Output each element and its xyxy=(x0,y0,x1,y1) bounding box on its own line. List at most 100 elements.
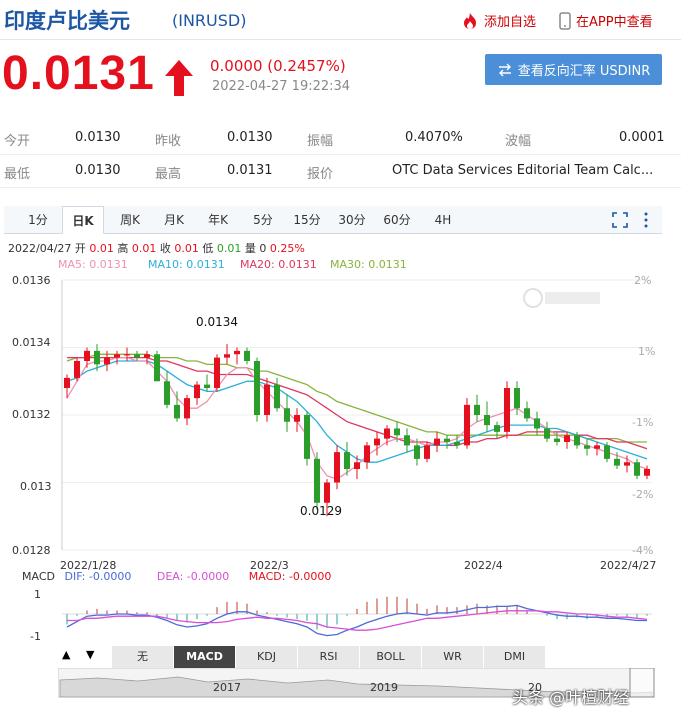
candle-body xyxy=(644,469,650,476)
candle-body xyxy=(364,445,370,463)
low-label: 最低 xyxy=(4,167,31,182)
indicator-tab-macd[interactable]: MACD xyxy=(174,646,236,668)
tab-weekly-k[interactable]: 周K xyxy=(112,206,148,234)
amplitude-label: 振幅 xyxy=(307,134,334,149)
indicator-tab-boll[interactable]: BOLL xyxy=(360,646,422,668)
tab-yearly-k[interactable]: 年K xyxy=(200,206,236,234)
tab-15min[interactable]: 15分 xyxy=(290,206,324,234)
header-bar: 印度卢比美元 (INRUSD) 添加自选 在APP中查看 xyxy=(0,0,681,40)
candle-body xyxy=(294,415,300,422)
pct-tick: -1% xyxy=(632,416,653,429)
price-change: 0.0000 (0.2457%) xyxy=(210,57,346,75)
macd-chart[interactable]: 1 -1 xyxy=(0,586,681,642)
low-value: 0.0130 xyxy=(75,163,121,178)
macd-dea: DEA: -0.0000 xyxy=(156,570,230,583)
range-selector-handle[interactable] xyxy=(629,668,655,698)
volatility-value: 0.0001 xyxy=(619,130,665,145)
kline-chart[interactable]: 0.0136 0.0134 0.0132 0.013 0.0128 2% 1% … xyxy=(0,272,681,572)
kline-date: 2022/04/27 xyxy=(8,242,72,255)
candle-body xyxy=(104,357,110,365)
candle-body xyxy=(274,384,280,409)
kline-pct: 0.25% xyxy=(269,242,305,255)
scroll-up-icon[interactable]: ▲ xyxy=(62,648,70,661)
kline-vol-value: 0 xyxy=(259,242,267,255)
add-favorite-button[interactable]: 添加自选 xyxy=(460,11,536,30)
candle-body xyxy=(404,435,410,446)
kline-high-label: 高 xyxy=(117,242,129,255)
candle-body xyxy=(614,458,620,466)
candle-body xyxy=(514,388,520,409)
candle-body xyxy=(544,428,550,439)
candle-body xyxy=(324,482,330,503)
sina-watermark-logo xyxy=(523,288,600,308)
kline-high-value: 0.01 xyxy=(131,242,157,255)
high-value: 0.0131 xyxy=(227,163,273,178)
pair-title: 印度卢比美元 xyxy=(4,9,130,33)
reverse-rate-button[interactable]: 查看反向汇率 USDINR xyxy=(485,54,662,85)
candle-body xyxy=(84,350,90,361)
price-tick: 0.0132 xyxy=(12,408,51,421)
tab-60min[interactable]: 60分 xyxy=(380,206,414,234)
ma20-legend: MA20: 0.0131 xyxy=(240,258,317,271)
date-tick: 2022/4 xyxy=(464,559,503,572)
source-watermark: 头条 @叶檀财经 xyxy=(512,688,630,707)
candle-body xyxy=(144,354,150,358)
indicator-tab-wr[interactable]: WR xyxy=(422,646,484,668)
pct-tick: -2% xyxy=(632,488,653,501)
overview-year: 2017 xyxy=(213,681,241,694)
kline-low-label: 低 xyxy=(202,242,214,255)
amplitude-value: 0.4070% xyxy=(405,130,463,145)
kline-close-value: 0.01 xyxy=(174,242,199,255)
candle-body xyxy=(94,350,100,365)
indicator-tab-dmi[interactable]: DMI xyxy=(484,646,546,668)
indicator-tab-rsi[interactable]: RSI xyxy=(298,646,360,668)
date-tick: 2022/4/27 xyxy=(600,559,656,572)
indicator-tab-none[interactable]: 无 xyxy=(112,646,174,668)
stats-row: 今开 0.0130 昨收 0.0130 振幅 0.4070% 波幅 0.0001 xyxy=(0,122,681,155)
candle-body xyxy=(524,408,530,419)
add-favorite-label: 添加自选 xyxy=(484,15,537,30)
candle-body xyxy=(74,361,80,378)
kline-open-value: 0.01 xyxy=(89,242,114,255)
candle-body xyxy=(64,377,70,388)
candle-body xyxy=(134,354,140,358)
kline-open-label: 开 xyxy=(74,242,86,255)
open-value: 0.0130 xyxy=(75,130,121,145)
tab-daily-k[interactable]: 日K xyxy=(62,206,104,234)
macd-tick: 1 xyxy=(34,588,41,601)
tab-4h[interactable]: 4H xyxy=(428,206,458,234)
candle-body xyxy=(624,462,630,466)
candle-body xyxy=(474,404,480,415)
tab-monthly-k[interactable]: 月K xyxy=(156,206,192,234)
candle-body xyxy=(634,462,640,476)
price-tick: 0.0136 xyxy=(12,274,51,287)
low-annotation: 0.0129 xyxy=(300,504,342,518)
overview-year: 2019 xyxy=(370,681,398,694)
phone-icon xyxy=(559,11,571,30)
candle-body xyxy=(484,415,490,426)
tab-1min[interactable]: 1分 xyxy=(22,206,54,234)
stats-row: 最低 0.0130 最高 0.0131 报价 OTC Data Services… xyxy=(0,155,681,188)
flame-icon xyxy=(464,12,476,29)
price-tick: 0.0134 xyxy=(12,336,51,349)
candle-body xyxy=(334,452,340,483)
indicator-tab-kdj[interactable]: KDJ xyxy=(236,646,298,668)
candle-body xyxy=(604,445,610,459)
fullscreen-icon[interactable] xyxy=(612,212,628,228)
tab-30min[interactable]: 30分 xyxy=(335,206,369,234)
candle-body xyxy=(184,398,190,419)
more-options-icon[interactable] xyxy=(642,212,650,228)
candle-body xyxy=(534,418,540,429)
candle-body xyxy=(174,404,180,419)
up-arrow-icon xyxy=(165,60,193,96)
macd-value: MACD: -0.0000 xyxy=(248,570,332,583)
tab-5min[interactable]: 5分 xyxy=(248,206,278,234)
candle-body xyxy=(114,354,120,358)
scroll-down-icon[interactable]: ▼ xyxy=(86,648,94,661)
candle-body xyxy=(124,354,130,356)
prev-close-label: 昨收 xyxy=(155,134,182,149)
macd-legend: MACD DIF: -0.0000 DEA: -0.0000 MACD: -0.… xyxy=(22,570,331,583)
open-label: 今开 xyxy=(4,134,31,149)
view-in-app-button[interactable]: 在APP中查看 xyxy=(558,11,653,30)
ma30-legend: MA30: 0.0131 xyxy=(330,258,407,271)
